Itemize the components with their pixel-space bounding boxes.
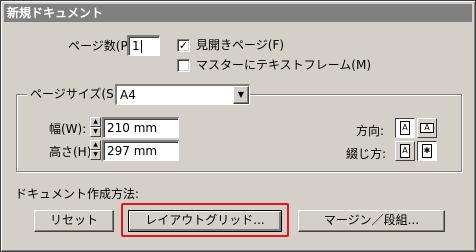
width-input[interactable]: 210 mm [102, 117, 179, 138]
landscape-icon: A [420, 123, 434, 133]
margin-columns-button[interactable]: マージン／段組... [298, 210, 445, 232]
page-size-label: ページサイズ(S): [27, 86, 126, 102]
right-binding-button[interactable]: ✱ [417, 141, 437, 161]
page-size-value: A4 [120, 88, 136, 102]
spin-up-icon[interactable]: ▲ [90, 117, 101, 127]
window-title: 新規ドキュメント [4, 4, 472, 22]
width-spinner[interactable]: ▲ ▼ [90, 117, 101, 138]
master-text-frame-label: マスターにテキストフレーム(M) [196, 58, 371, 72]
page-size-select[interactable]: A4 ▼ [115, 84, 250, 105]
facing-pages-checkbox[interactable]: ✓ [177, 39, 190, 52]
spin-down-icon[interactable]: ▼ [90, 127, 101, 137]
master-text-frame-checkbox[interactable] [177, 59, 190, 72]
text-caret [140, 40, 142, 53]
reset-button[interactable]: リセット [34, 210, 114, 232]
spin-down-icon[interactable]: ▼ [90, 150, 101, 160]
portrait-button[interactable]: A [395, 118, 415, 138]
create-method-label: ドキュメント作成方法: [15, 187, 140, 201]
facing-pages-label: 見開きページ(F) [196, 38, 285, 52]
landscape-button[interactable]: A [417, 118, 437, 138]
height-label: 高さ(H): [49, 145, 96, 159]
left-binding-button[interactable]: A [395, 141, 415, 161]
new-document-dialog: 新規ドキュメント ページ数(P): 1 ✓ 見開きページ(F) マスターにテキス… [0, 0, 476, 252]
spin-up-icon[interactable]: ▲ [90, 140, 101, 150]
height-input[interactable]: 297 mm [102, 140, 179, 161]
page-count-input[interactable]: 1 [127, 35, 160, 56]
left-binding-icon: A [400, 144, 410, 158]
highlight-box [121, 203, 289, 237]
binding-label: 綴じ方: [346, 147, 387, 161]
page-count-value: 1 [132, 39, 140, 53]
orientation-label: 方向: [356, 124, 385, 138]
portrait-icon: A [400, 121, 410, 135]
width-label: 幅(W): [49, 122, 87, 136]
height-spinner[interactable]: ▲ ▼ [90, 140, 101, 161]
right-binding-icon: ✱ [422, 144, 432, 158]
chevron-down-icon[interactable]: ▼ [233, 86, 249, 104]
